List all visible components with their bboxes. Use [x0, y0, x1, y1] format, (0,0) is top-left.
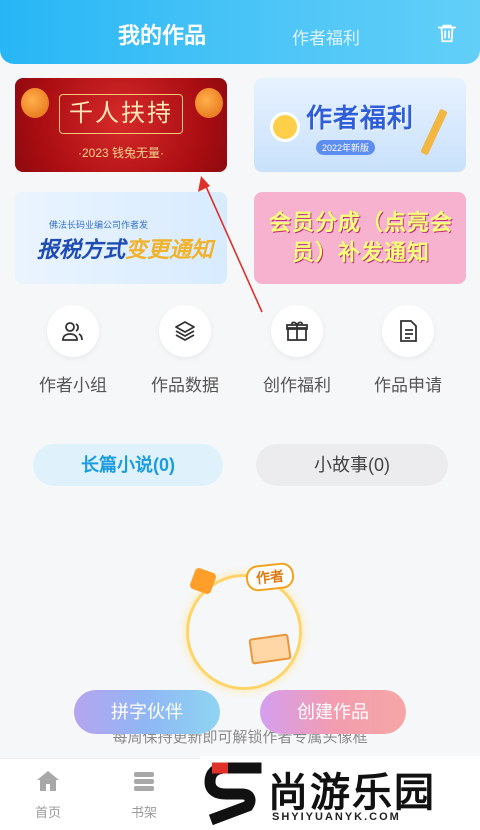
home-icon — [37, 771, 59, 791]
tool-icon-circle — [159, 305, 211, 357]
tool-label: 作者小组 — [39, 376, 107, 395]
watermark-logo — [204, 762, 262, 826]
document-icon — [400, 320, 417, 342]
tool-label: 作品申请 — [374, 376, 442, 395]
top-header: 我的作品 作者福利 — [0, 0, 480, 64]
banner-title: 会员分成（点亮会员）补发通知 — [268, 210, 453, 265]
tab-author-welfare[interactable]: 作者福利 — [292, 24, 360, 49]
banner-title: 作者福利 — [306, 103, 415, 133]
banner-author-welfare[interactable]: 作者福利 2022年新版 — [254, 78, 466, 172]
medal-tag: 作者 — [244, 561, 296, 593]
banner-support-program[interactable]: 千人扶持 ·2023 钱兔无量· — [15, 78, 227, 172]
tool-author-group[interactable]: 作者小组 — [33, 305, 113, 396]
word-partner-button[interactable]: 拼字伙伴 — [74, 690, 220, 734]
nav-home[interactable]: 首页 — [18, 769, 78, 821]
tool-icon-circle — [382, 305, 434, 357]
banner-title-highlight: 变更通知 — [125, 237, 214, 262]
book-icon — [248, 633, 292, 665]
create-work-button[interactable]: 创建作品 — [260, 690, 406, 734]
banner-title: 千人扶持 — [59, 94, 183, 134]
banner-member-share-notice[interactable]: 会员分成（点亮会员）补发通知 — [254, 192, 466, 284]
bookshelf-icon — [134, 772, 154, 791]
tab-my-works[interactable]: 我的作品 — [118, 18, 206, 50]
tool-work-application[interactable]: 作品申请 — [368, 305, 448, 396]
people-icon — [62, 322, 83, 341]
tab-long-novel[interactable]: 长篇小说(0) — [33, 444, 223, 486]
hint-text: 每周保持更新即可解锁作者专属头像框 — [112, 729, 368, 746]
clock-icon — [270, 112, 300, 142]
tool-label: 创作福利 — [263, 376, 331, 395]
banner-subtitle: ·2023 钱兔无量· — [77, 146, 165, 160]
banner-caption: 佛法长码业编公司作者发 — [49, 220, 149, 230]
gift-icon — [286, 321, 308, 341]
banner-tax-notice[interactable]: 佛法长码业编公司作者发 报税方式变更通知 — [15, 192, 227, 284]
tool-icon-circle — [271, 305, 323, 357]
banner-subtitle: 2022年新版 — [316, 140, 376, 155]
banner-title-part: 报税方式 — [37, 237, 126, 262]
lantern-icon — [21, 88, 49, 118]
banner-title: 报税方式变更通知 — [37, 232, 213, 264]
tool-creation-welfare[interactable]: 创作福利 — [257, 305, 337, 396]
layers-icon — [175, 321, 195, 341]
tool-icon-circle — [47, 305, 99, 357]
pencil-icon — [420, 108, 448, 156]
tool-label: 作品数据 — [151, 376, 219, 395]
tab-short-story[interactable]: 小故事(0) — [256, 444, 448, 486]
nav-bookshelf[interactable]: 书架 — [114, 769, 174, 821]
nav-label: 首页 — [34, 805, 61, 820]
lantern-icon — [195, 88, 223, 118]
watermark-url: SHYIYUANYK.COM — [272, 811, 401, 823]
tool-work-data[interactable]: 作品数据 — [145, 305, 225, 396]
trash-icon[interactable] — [436, 22, 458, 44]
watermark-text: 尚游乐园 — [268, 771, 436, 815]
nav-label: 书架 — [130, 805, 157, 820]
